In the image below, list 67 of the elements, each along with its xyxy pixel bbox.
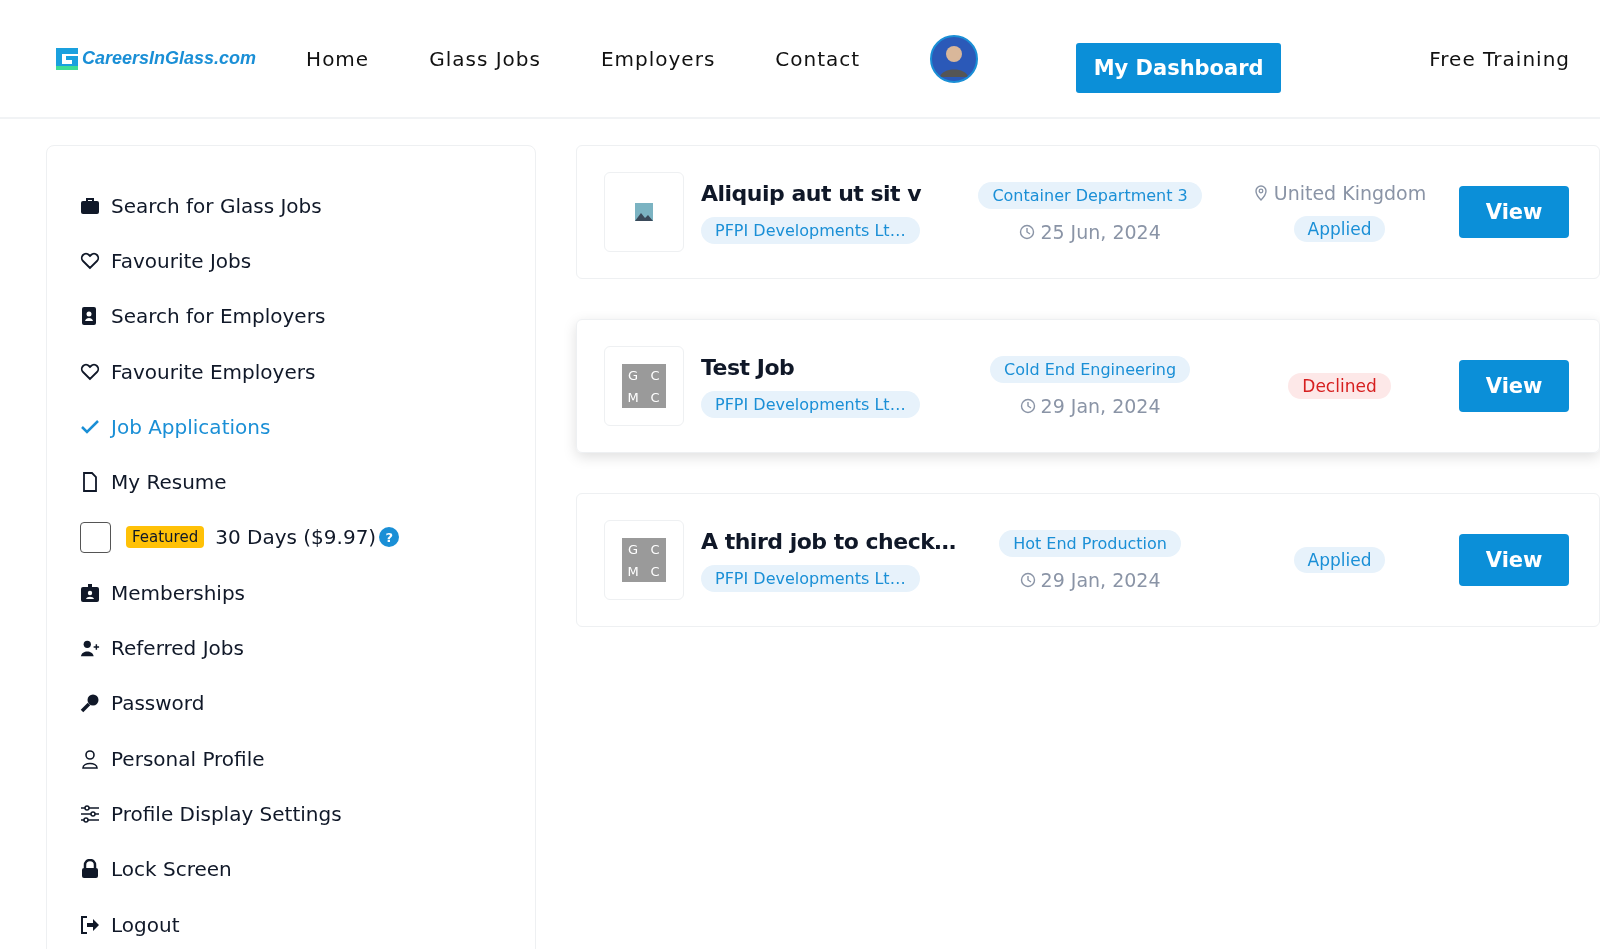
status-badge: Applied [1293,547,1386,573]
clock-icon [1019,397,1036,414]
logo-letter: M [626,388,640,407]
sidebar-item[interactable]: Search for Employers [80,288,535,344]
clock-icon [1019,571,1036,588]
logo-letter: C [649,540,661,559]
sidebar-item[interactable]: Job Applications [80,399,535,455]
job-title: Aliquip aut ut sit v [701,180,922,206]
checkbox[interactable] [80,521,111,553]
heart-icon [80,250,100,271]
nav-link[interactable]: Free Training [1429,46,1570,71]
job-title: Test Job [701,354,795,380]
logo-mark-icon [54,45,80,72]
view-button[interactable]: View [1459,360,1569,412]
sidebar-item[interactable]: Profile Display Settings [80,786,535,842]
logout-icon [80,914,100,935]
checkbox-label: 30 Days ($9.97) [215,525,377,550]
view-button[interactable]: View [1459,186,1569,238]
location-text: United Kingdom [1273,182,1427,204]
logo-letter: M [626,562,640,581]
image-icon [635,203,653,221]
logo-letter: C [649,562,661,581]
site-logo[interactable]: CareersInGlass.com [54,45,257,72]
sidebar-item[interactable]: Favourite Employers [80,343,535,400]
heart-icon [80,361,100,382]
id-badge-icon [80,582,100,603]
nav-link[interactable]: Employers [600,46,716,71]
department-tag: Cold End Engineering [990,355,1191,383]
logo-letter: G [626,540,640,559]
date-text: 29 Jan, 2024 [1040,568,1161,591]
dashboard-button[interactable]: My Dashboard [1076,42,1282,93]
sidebar-item[interactable]: My Resume [80,454,535,510]
company-tag: PFPI Developments Lt… [701,216,920,244]
add-user-icon [80,638,100,658]
view-button[interactable]: View [1459,534,1569,586]
nav-link[interactable]: Home [306,46,370,71]
user-icon [80,748,100,769]
company-tag: PFPI Developments Lt… [701,390,920,418]
department-tag: Container Department 3 [978,181,1202,209]
featured-badge: Featured [126,526,205,549]
nav-link[interactable]: Contact [775,46,861,71]
date-text: 29 Jan, 2024 [1040,394,1161,417]
sliders-icon [80,803,100,824]
sidebar-item[interactable]: Memberships [80,565,535,621]
briefcase-icon [80,195,100,216]
sidebar-item[interactable]: Lock Screen [80,841,535,897]
job-title: A third job to check… [701,528,956,554]
company-tag: PFPI Developments Lt… [701,564,920,592]
department-tag: Hot End Production [999,529,1181,557]
sidebar-item[interactable]: Personal Profile [80,730,535,787]
date-text: 25 Jun, 2024 [1040,220,1161,243]
lock-icon [80,859,100,880]
sidebar-item[interactable]: Referred Jobs [80,620,535,676]
logo-letter: C [649,388,661,407]
status-badge: Declined [1288,373,1391,399]
document-icon [80,472,100,493]
sidebar-item[interactable]: Password [80,675,535,731]
sidebar-item[interactable]: Logout [80,896,535,949]
map-pin-icon [1252,185,1269,201]
nav-link[interactable]: Glass Jobs [429,46,541,71]
logo-letter: C [649,366,661,385]
sidebar-item[interactable]: Favourite Jobs [80,233,535,289]
clock-icon [1019,223,1036,240]
logo-letter: G [626,366,640,385]
help-icon[interactable]: ? [379,527,400,548]
sidebar-item[interactable]: Search for Glass Jobs [80,178,535,234]
status-badge: Applied [1293,216,1386,242]
